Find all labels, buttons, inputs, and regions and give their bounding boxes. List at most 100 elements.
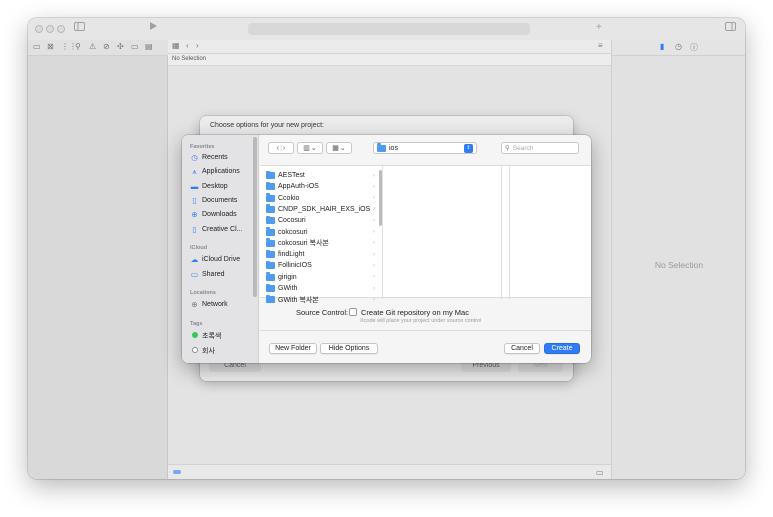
folder-icon — [266, 238, 275, 247]
icloud-header: iCloud — [190, 245, 208, 251]
help-inspector-icon[interactable]: ⓘ — [690, 42, 698, 53]
template-sheet-title: Choose options for your new project: — [210, 122, 325, 129]
close-window-button[interactable] — [35, 25, 43, 33]
breakpoint-icon[interactable]: ▭ — [131, 42, 139, 51]
chevron-right-icon: › — [373, 206, 376, 213]
create-git-repo-label[interactable]: Create Git repository on my Mac — [361, 308, 469, 317]
folder-row[interactable]: CNDP_SDK_HAIR_EXS_iOS › — [266, 204, 375, 215]
chevron-right-icon: › — [373, 274, 375, 281]
folder-name: FollinicIOS — [278, 262, 312, 270]
tag-color-dot — [191, 332, 198, 338]
debug-icon[interactable]: ✣ — [117, 42, 124, 51]
inspector-toggle-icon[interactable] — [725, 22, 736, 36]
editor-options-icon[interactable]: ≡ — [598, 41, 603, 50]
test-icon[interactable]: ⊘ — [103, 42, 110, 51]
sidebar-item-shared[interactable]: ▭ Shared — [190, 269, 225, 280]
folder-row[interactable]: AESTest › — [266, 170, 375, 181]
chevron-updown-icon: ⇕ — [464, 143, 473, 153]
sidebar-item-tag-green[interactable]: 초록색 — [190, 330, 221, 341]
sidebar-item-network[interactable]: ⊕ Network — [190, 299, 227, 310]
sidebar-item-downloads[interactable]: ⊕ Downloads — [190, 209, 236, 220]
folder-name: AESTest — [278, 172, 305, 179]
source-control-options: Source Control: Create Git repository on… — [260, 299, 591, 331]
sidebar-item-applications[interactable]: ⩚ Applications — [190, 166, 239, 177]
hide-options-button[interactable]: Hide Options — [320, 343, 378, 354]
history-inspector-icon[interactable]: ◷ — [675, 42, 682, 51]
navigator-toolbar: ▭ ⊠ ⋮⋮ ⚲ ⚠ ⊘ ✣ ▭ ▤ — [28, 40, 168, 56]
column-view-button[interactable]: ▥ ⌄ — [297, 142, 323, 154]
activity-viewer — [248, 23, 530, 35]
chevron-right-icon: › — [373, 217, 375, 224]
sidebar-item-icloud-drive[interactable]: ☁ iCloud Drive — [190, 254, 240, 265]
folder-row[interactable]: Ccokio › — [266, 193, 375, 204]
shared-folder-icon: ▭ — [190, 270, 199, 279]
folder-row[interactable]: FollinicIOS › — [266, 260, 375, 271]
minimize-window-button[interactable] — [46, 25, 54, 33]
warning-icon[interactable]: ⚠ — [89, 42, 96, 51]
forward-chevron-icon[interactable]: › — [283, 145, 285, 152]
folder-row[interactable]: GWith › — [266, 283, 375, 294]
folder-name: GWith — [278, 285, 298, 292]
back-chevron-icon[interactable]: ‹ — [277, 145, 279, 152]
folder-icon[interactable]: ▭ — [33, 42, 41, 51]
sidebar-item-desktop[interactable]: ▬ Desktop — [190, 181, 228, 192]
zoom-window-button[interactable] — [57, 25, 65, 33]
folder-row[interactable]: girigin › — [266, 272, 375, 283]
sidebar-toggle-icon[interactable] — [74, 22, 85, 36]
folder-row[interactable]: AppAuth-iOS › — [266, 181, 375, 192]
grid-icon[interactable]: ▦ — [172, 41, 180, 50]
folder-name: girigin — [278, 273, 297, 281]
back-forward-control[interactable]: ‹ | › — [268, 142, 294, 154]
sidebar-scrollbar[interactable] — [253, 137, 257, 297]
filter-indicator[interactable] — [173, 470, 181, 474]
run-icon[interactable] — [149, 21, 158, 36]
cancel-button[interactable]: Cancel — [504, 343, 540, 354]
location-popup[interactable]: ios ⇕ — [373, 142, 477, 154]
folder-name: CNDP_SDK_HAIR_EXS_iOS — [278, 205, 371, 213]
locations-header: Locations — [190, 290, 216, 296]
empty-column — [383, 166, 502, 299]
column-scrollbar[interactable] — [379, 170, 382, 226]
report-icon[interactable]: ▤ — [145, 42, 153, 51]
panel-toggle-icon[interactable]: ▭ — [596, 468, 604, 477]
create-git-repo-checkbox[interactable] — [349, 308, 357, 316]
inspector-panel: No Selection — [611, 56, 745, 479]
new-folder-button[interactable]: New Folder — [269, 343, 317, 354]
cloud-icon: ☁ — [190, 255, 199, 264]
folder-icon — [266, 204, 275, 213]
debug-bar: ▭ — [168, 464, 611, 479]
source-control-label: Source Control: — [296, 308, 349, 317]
document-icon: ▯ — [192, 196, 197, 205]
chevron-right-icon: › — [373, 183, 375, 190]
chevron-down-icon: ⌄ — [339, 145, 346, 152]
globe-icon: ⊕ — [191, 300, 198, 309]
empty-column-narrow — [502, 166, 510, 299]
sidebar-item-documents[interactable]: ▯ Documents — [190, 195, 237, 206]
back-icon[interactable]: ‹ — [186, 41, 189, 50]
navigator-panel — [28, 56, 168, 479]
sidebar-item-creative-cloud[interactable]: ▯ Creative Cl... — [190, 224, 242, 235]
folder-row[interactable]: cokcosuri 복사본 › — [266, 238, 375, 249]
search-field[interactable]: ⚲ Search — [501, 142, 579, 154]
forward-icon[interactable]: › — [196, 41, 199, 50]
add-icon[interactable]: + — [596, 21, 602, 35]
group-view-button[interactable]: ▦ ⌄ — [326, 142, 352, 154]
find-icon[interactable]: ⚲ — [75, 42, 81, 51]
folder-icon — [266, 215, 275, 225]
file-inspector-icon[interactable]: ▮ — [660, 42, 664, 51]
tag-color-dot — [191, 347, 198, 353]
sidebar-item-recents[interactable]: ◷ Recents — [190, 152, 227, 163]
source-control-icon[interactable]: ⊠ — [47, 42, 54, 51]
jump-bar-text: No Selection — [172, 56, 207, 62]
folder-icon — [377, 143, 386, 152]
inspector-no-selection: No Selection — [654, 260, 704, 270]
folder-icon — [266, 260, 275, 270]
folder-icon — [266, 170, 275, 179]
folder-row[interactable]: cokcosuri › — [266, 227, 375, 238]
folder-row[interactable]: Cocosuri › — [266, 215, 375, 226]
sidebar-item-tag-work[interactable]: 회사 — [190, 345, 215, 356]
folder-row[interactable]: findLight › — [266, 249, 375, 260]
create-button[interactable]: Create — [544, 343, 580, 354]
folder-column: AESTest › AppAuth-iOS › Ccokio › CNDP_SDK_HAIR… — [260, 166, 383, 304]
clock-icon: ◷ — [191, 153, 198, 162]
